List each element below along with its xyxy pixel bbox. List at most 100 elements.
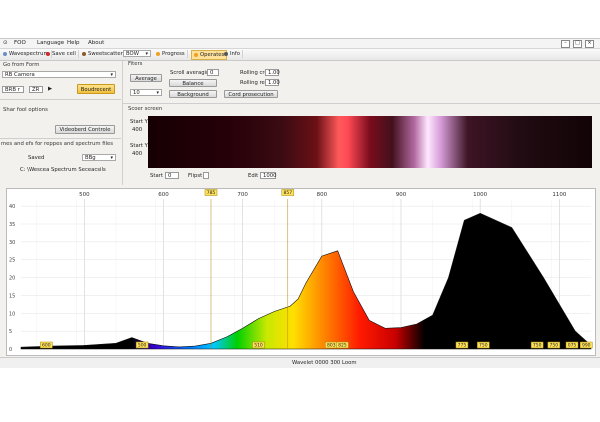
y-tick-label: 10 (9, 311, 15, 317)
status-bar: Wavelet 0000 300 Loom (0, 357, 600, 368)
y-tick-label: 40 (9, 204, 15, 210)
toolbar-info[interactable]: Info (222, 50, 244, 58)
balance-button[interactable]: Balance (169, 79, 217, 87)
scatter-icon (82, 51, 86, 56)
toolbar: Wavespectrum Save cell Sweetscatter BOW ▾… (0, 49, 600, 61)
file-format-select[interactable]: BBg ▾ (82, 154, 116, 161)
bottom-marker-label: 750 (533, 343, 542, 349)
frames-select[interactable]: 10 ▾ (130, 89, 162, 96)
bottom-marker: 750 (547, 341, 561, 349)
background-button[interactable]: Background (169, 90, 217, 98)
menu-item-language[interactable]: Language (37, 40, 64, 46)
bottom-marker: 775 (455, 341, 469, 349)
app-window: ⊙ FOO Language Help About – □ × Wavespec… (0, 38, 600, 368)
start-field[interactable]: 0 (165, 172, 179, 179)
average-button[interactable]: Average (130, 74, 162, 82)
top-marker: 785 (204, 189, 218, 196)
bottom-marker: 803 (325, 341, 338, 349)
bottom-marker-label: 600 (42, 343, 51, 349)
bottom-marker: 600 (40, 341, 53, 349)
y-tick-label: 25 (9, 258, 15, 264)
x-tick-label: 900 (396, 192, 407, 198)
screen-title: Scoer screen (128, 106, 163, 112)
x-tick-label: 1100 (552, 192, 566, 198)
start-y-label: Start Y (130, 119, 148, 125)
chevron-down-icon: ▾ (110, 155, 113, 161)
x-tick-label: 500 (79, 192, 90, 198)
save-icon (46, 51, 50, 56)
files-section-title: mes and efs for reppes and spectrum file… (1, 141, 114, 147)
y-tick-label: 0 (9, 347, 12, 353)
bottom-marker-label: 075 (568, 343, 577, 349)
saved-label: Saved (28, 155, 45, 161)
toolbar-progress[interactable]: Progress (154, 50, 188, 58)
maximize-icon[interactable]: □ (573, 40, 582, 48)
camera-select[interactable]: RB Camera ▾ (2, 71, 116, 78)
spectrum-image[interactable] (148, 116, 592, 168)
menu-item-about[interactable]: About (88, 40, 104, 46)
divider (123, 103, 600, 104)
bottom-marker-label: 990 (582, 343, 591, 349)
bottom-marker-label: 510 (254, 343, 263, 349)
chevron-down-icon: ▾ (145, 51, 148, 57)
depth-field[interactable]: ZR (29, 86, 43, 93)
start-y-value: 400 (132, 127, 143, 133)
top-marker: 857 (281, 189, 295, 196)
start-y2-value: 400 (132, 151, 143, 157)
scroll-avg-field[interactable]: 0 (207, 69, 219, 76)
end-field[interactable]: 1000 (260, 172, 276, 179)
spectrum-icon (3, 51, 7, 56)
panel-divider (122, 61, 123, 185)
info-icon (224, 51, 228, 56)
resolution-field[interactable]: BRB r (2, 86, 24, 93)
start-y2-label: Start Y (130, 143, 148, 149)
play-icon[interactable]: ▶ (48, 86, 52, 92)
y-tick-label: 5 (9, 329, 12, 335)
bottom-marker-label: 825 (338, 343, 347, 349)
source-section-title: Go from Form (3, 62, 40, 68)
bottom-marker-label: 803 (327, 343, 336, 349)
minimize-icon[interactable]: – (561, 40, 570, 48)
top-marker-label: 857 (283, 190, 292, 196)
operates-icon (194, 52, 198, 57)
flip-label: Flipst (188, 173, 203, 179)
start-label: Start (150, 173, 163, 179)
end-label: Edit (248, 173, 259, 179)
flip-checkbox[interactable] (203, 172, 209, 179)
bottom-marker: 825 (336, 341, 349, 349)
bottom-marker-label: 500 (138, 343, 147, 349)
chevron-down-icon: ▾ (110, 72, 113, 78)
y-tick-label: 20 (9, 276, 15, 282)
rolling-cross-field[interactable]: 1.00 (265, 69, 280, 76)
menu-bar: ⊙ FOO Language Help About – □ × (0, 39, 600, 49)
menu-item-file[interactable]: FOO (14, 40, 26, 46)
toolbar-select[interactable]: BOW ▾ (123, 50, 151, 57)
app-icon: ⊙ (3, 40, 8, 46)
spectrum-chart[interactable]: 500 600 700 800 900 1000 1100 0 5 10 15 20 25 30 35 40 7… (6, 188, 596, 356)
menu-item-help[interactable]: Help (67, 40, 80, 46)
tool-options-title: Shar fool options (3, 107, 48, 113)
filters-title: Fiters (128, 61, 143, 67)
top-marker-label: 785 (207, 190, 216, 196)
bottom-marker: 510 (252, 341, 265, 349)
divider (0, 99, 121, 100)
video-control-button[interactable]: Videoberd Controle (55, 125, 115, 134)
correction-button[interactable]: Cord prosecution (224, 90, 278, 98)
bottom-marker-label: 775 (458, 343, 467, 349)
save-path-text: C: \Wescea Spectrum Seceacsils (20, 167, 106, 173)
y-tick-label: 15 (9, 293, 15, 299)
x-tick-label: 700 (237, 192, 248, 198)
chart-canvas: 500 600 700 800 900 1000 110005101520253035407… (9, 189, 593, 353)
progress-icon (156, 51, 160, 56)
toolbar-save[interactable]: Save cell (44, 50, 79, 58)
divider (0, 138, 121, 139)
bottom-marker-label: 750 (479, 343, 488, 349)
toolbar-sweetscatter[interactable]: Sweetscatter (80, 50, 126, 58)
connect-button[interactable]: Boudrecent (77, 84, 115, 94)
window-controls: – □ × (561, 40, 594, 48)
spectrum-area (20, 212, 592, 350)
bottom-marker: 750 (477, 341, 490, 349)
rolling-rect-field[interactable]: 1.00 (265, 79, 280, 86)
bottom-marker: 500 (135, 341, 149, 349)
close-icon[interactable]: × (585, 40, 594, 48)
